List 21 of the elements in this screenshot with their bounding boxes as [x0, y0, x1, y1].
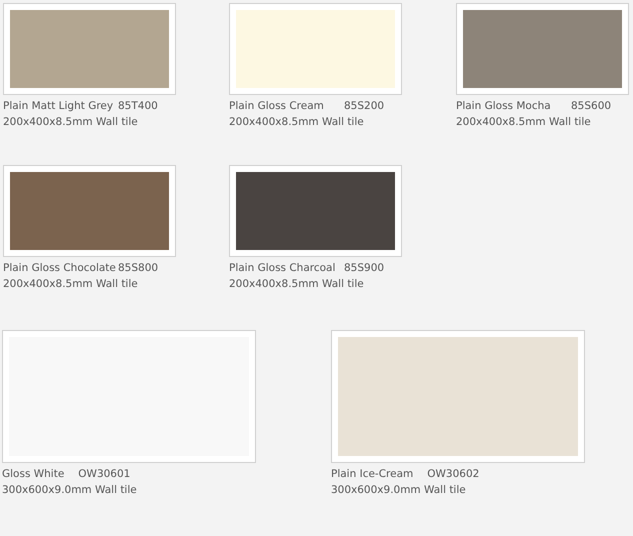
tile-code: 85S900	[344, 262, 384, 274]
tile-name: Plain Gloss Charcoal	[229, 262, 336, 274]
tile-code: 85T400	[118, 100, 158, 112]
tile-name: Plain Ice-Cream	[331, 468, 414, 480]
tile-name: Plain Gloss Mocha	[456, 100, 552, 112]
tile-code: 85S200	[344, 100, 384, 112]
tile-spec: 300x600x9.0mm Wall tile	[331, 484, 467, 496]
tile-spec: 200x400x8.5mm Wall tile	[3, 278, 139, 290]
tile-name: Plain Matt Light Grey	[3, 100, 114, 112]
tile-spec: 200x400x8.5mm Wall tile	[229, 116, 365, 128]
tile-name: Plain Gloss Chocolate	[3, 262, 117, 274]
tile-code: OW30601	[78, 468, 130, 480]
tile-code: 85S600	[571, 100, 612, 112]
tile-code: OW30602	[427, 468, 480, 480]
tile-code: 85S800	[118, 262, 158, 274]
tile-spec: 200x400x8.5mm Wall tile	[3, 116, 139, 128]
tile-name: Gloss White	[2, 468, 64, 480]
tile-spec: 200x400x8.5mm Wall tile	[456, 116, 592, 128]
tile-name: Plain Gloss Cream	[229, 100, 325, 112]
tile-spec: 300x600x9.0mm Wall tile	[2, 484, 138, 496]
tile-spec: 200x400x8.5mm Wall tile	[229, 278, 365, 290]
